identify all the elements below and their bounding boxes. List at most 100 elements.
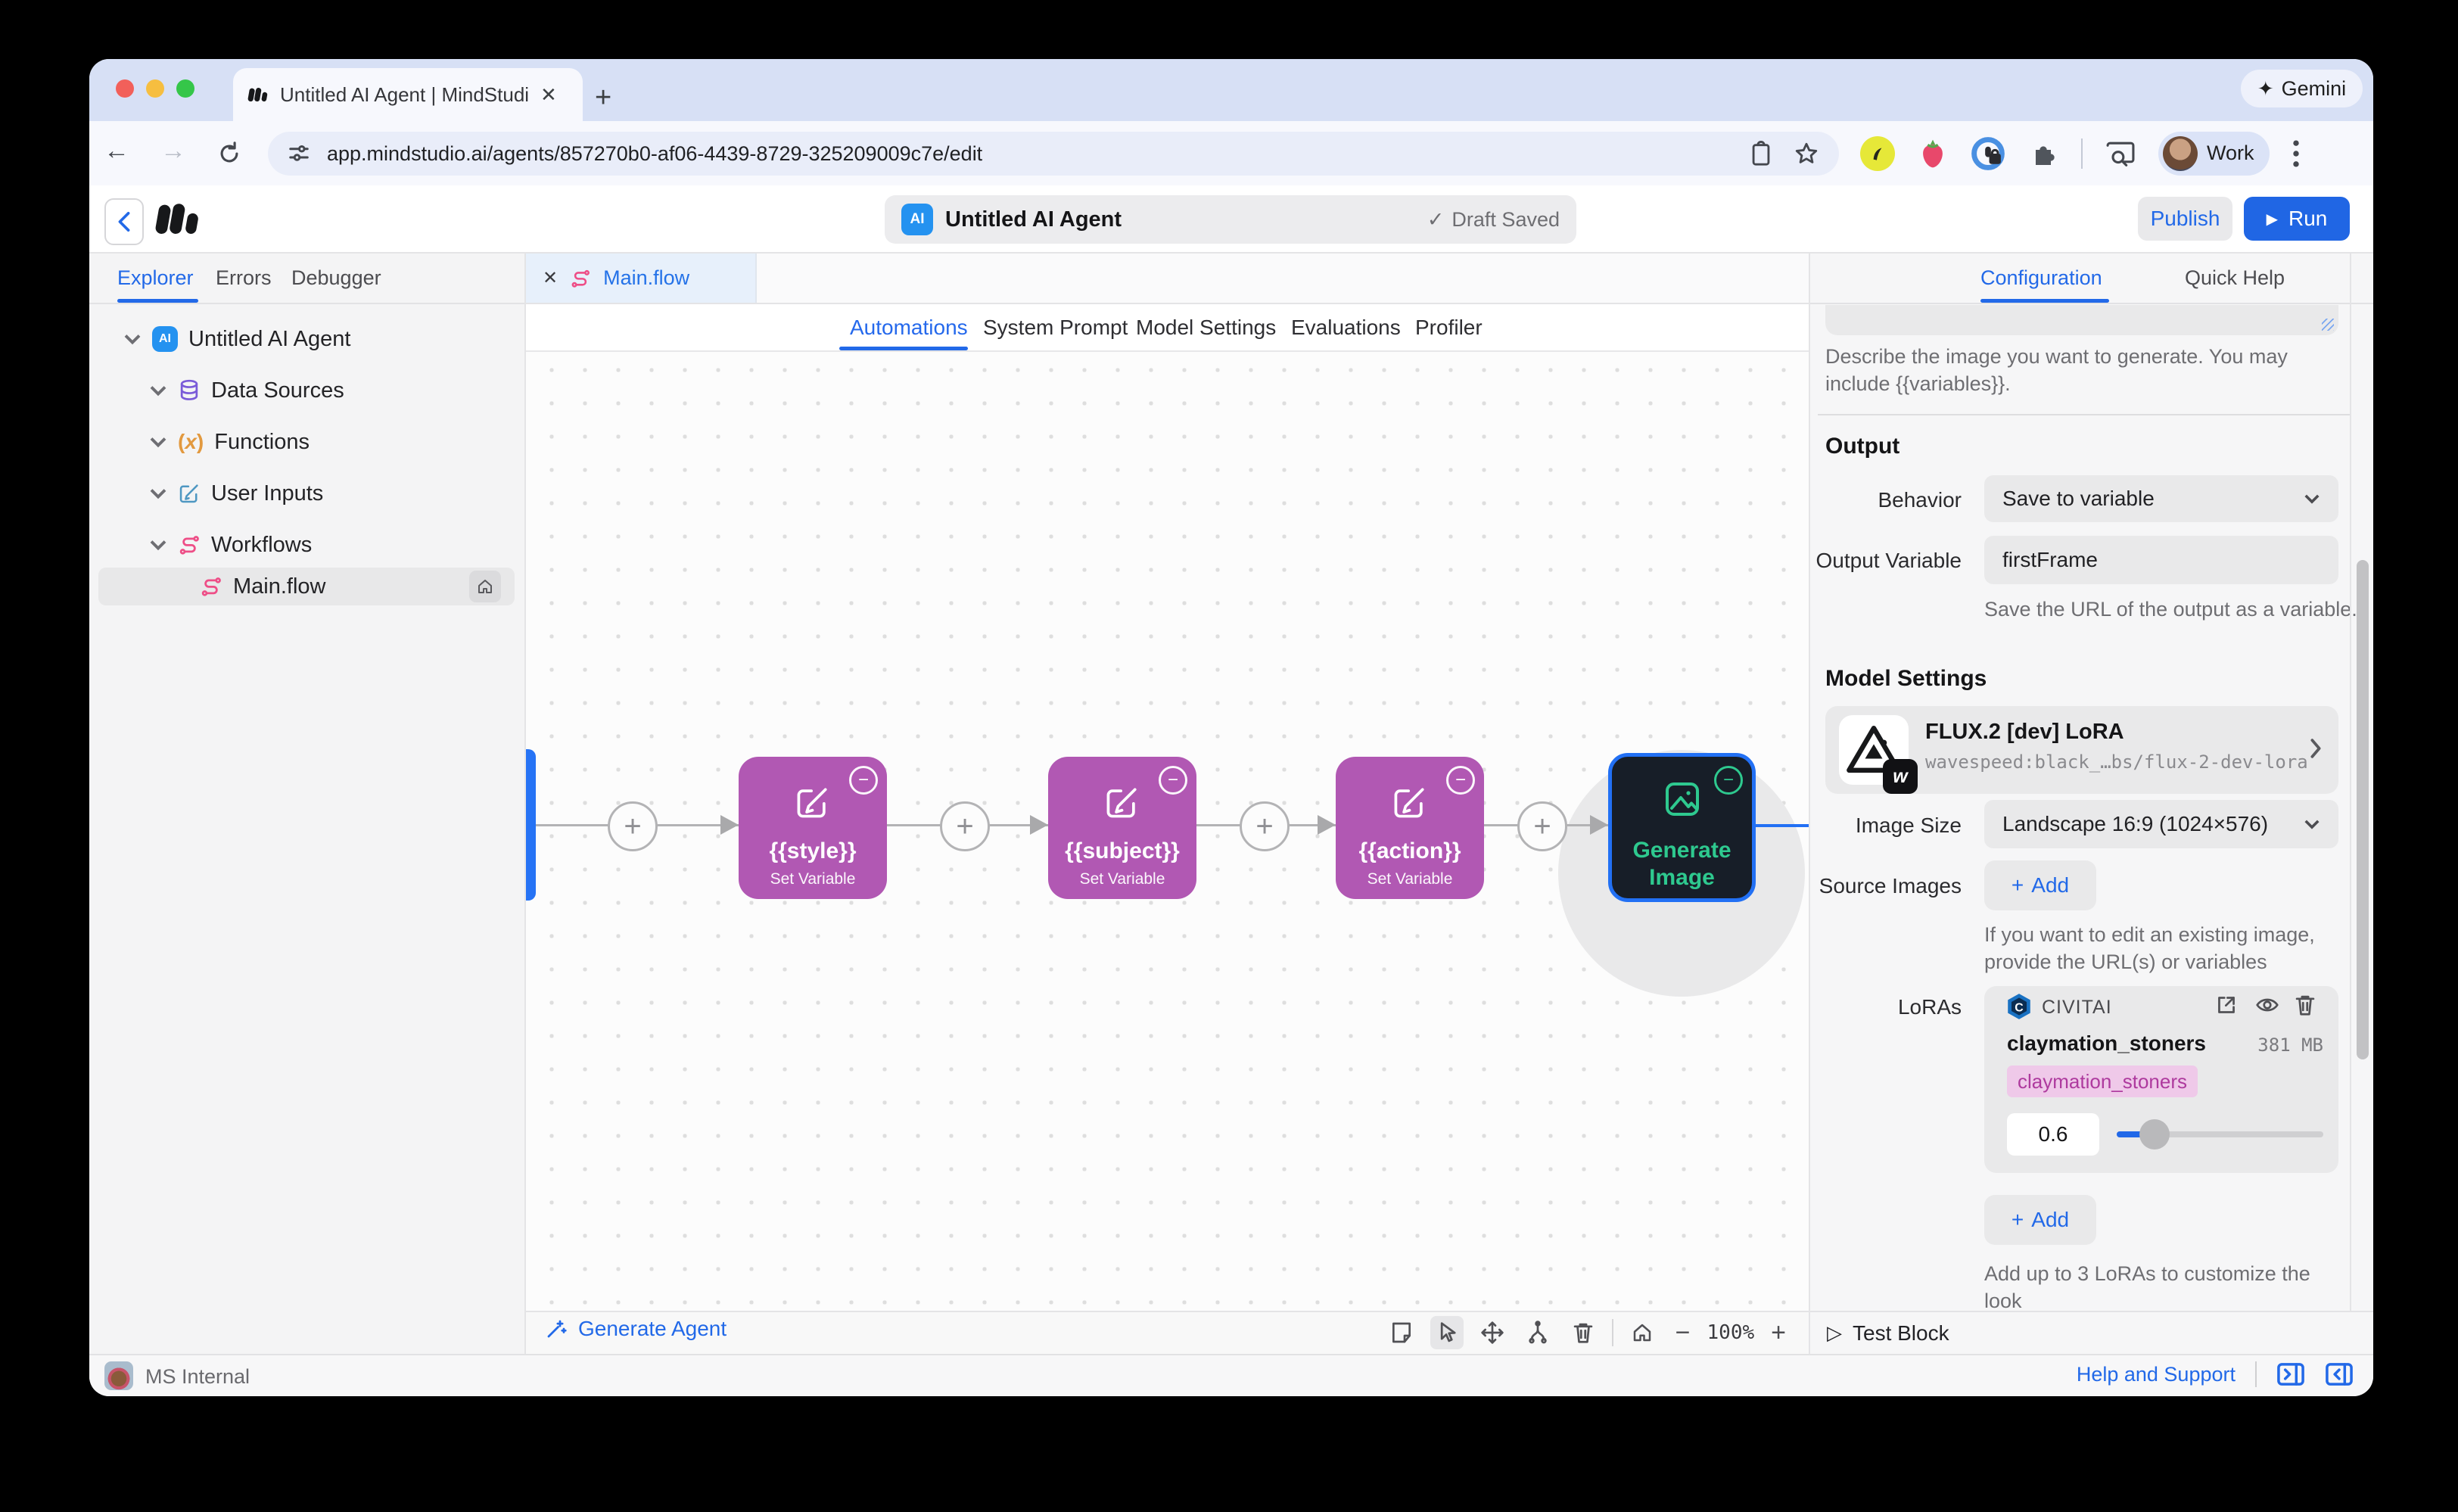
select-cursor-icon[interactable] — [1430, 1316, 1464, 1349]
canvas-toolbar: Generate Agent − 100% + — [526, 1311, 1809, 1354]
resize-grip-icon[interactable] — [2322, 319, 2334, 331]
tree-item-data-sources[interactable]: Data Sources — [149, 373, 344, 408]
url-text[interactable]: app.mindstudio.ai/agents/857270b0-af06-4… — [327, 142, 1750, 166]
back-icon[interactable]: ← — [104, 136, 129, 166]
insert-step-button[interactable]: + — [608, 801, 658, 851]
agent-title-pill[interactable]: AI Untitled AI Agent ✓ Draft Saved — [885, 195, 1576, 244]
home-icon[interactable] — [469, 571, 501, 602]
behavior-select[interactable]: Save to variable — [1984, 475, 2338, 522]
reload-icon[interactable] — [216, 141, 242, 166]
collapse-node-icon[interactable]: − — [1159, 766, 1187, 795]
image-size-select[interactable]: Landscape 16:9 (1024×576) — [1984, 800, 2338, 848]
mindstudio-logo[interactable] — [153, 199, 203, 238]
test-block-bar[interactable]: ▷ Test Block — [1810, 1311, 2373, 1354]
slider-thumb[interactable] — [2139, 1119, 2170, 1150]
tab-configuration[interactable]: Configuration — [1980, 254, 2102, 303]
tree-item-workflows[interactable]: Workflows — [149, 527, 312, 562]
gemini-button[interactable]: ✦ Gemini — [2241, 70, 2363, 107]
extensions-puzzle-icon[interactable] — [2028, 138, 2058, 169]
collapse-right-panel-icon[interactable] — [2325, 1361, 2354, 1387]
tab-errors[interactable]: Errors — [216, 254, 272, 303]
site-settings-icon[interactable] — [288, 142, 310, 165]
node-title: Generate Image — [1612, 837, 1752, 891]
editor-tab-main-flow[interactable]: ✕ Main.flow — [526, 254, 757, 303]
tab-debugger[interactable]: Debugger — [291, 254, 381, 303]
search-tabs-icon[interactable] — [2105, 140, 2136, 167]
bookmark-star-icon[interactable] — [1794, 141, 1819, 166]
panel-tabs: Configuration Quick Help — [1810, 254, 2373, 304]
panel-scrollbar-thumb[interactable] — [2357, 560, 2369, 1059]
lora-weight-slider[interactable] — [2117, 1131, 2323, 1137]
collapse-node-icon[interactable]: − — [1446, 766, 1475, 795]
workspace-name[interactable]: MS Internal — [145, 1365, 250, 1389]
browser-window: Untitled AI Agent | MindStudi ✕ + ✦ Gemi… — [89, 59, 2373, 1396]
run-button[interactable]: ▶ Run — [2244, 197, 2350, 241]
minimize-window-button[interactable] — [146, 79, 164, 98]
zoom-out-button[interactable]: − — [1671, 1318, 1695, 1348]
delete-lora-icon[interactable] — [2295, 994, 2316, 1016]
node-set-variable-style[interactable]: − {{style}} Set Variable — [739, 757, 887, 899]
tab-explorer[interactable]: Explorer — [117, 254, 194, 303]
offscreen-start-node[interactable] — [526, 749, 536, 901]
prompt-textarea-bottom[interactable] — [1825, 305, 2338, 335]
comment-note-icon[interactable] — [1385, 1316, 1418, 1349]
insert-step-button[interactable]: + — [1240, 801, 1290, 851]
node-set-variable-subject[interactable]: − {{subject}} Set Variable — [1048, 757, 1196, 899]
lora-add-button[interactable]: +Add — [1984, 1195, 2096, 1245]
collapse-node-icon[interactable]: − — [849, 766, 878, 795]
tab-profiler[interactable]: Profiler — [1415, 304, 1483, 350]
insert-step-button[interactable]: + — [940, 801, 990, 851]
tab-system-prompt[interactable]: System Prompt — [983, 304, 1128, 350]
database-icon — [178, 378, 201, 403]
clipboard-icon[interactable] — [1750, 141, 1772, 166]
external-link-icon[interactable] — [2215, 994, 2238, 1016]
workflow-icon — [200, 575, 222, 598]
tree-item-main-flow[interactable]: Main.flow — [98, 568, 515, 605]
lora-trigger-tag[interactable]: claymation_stoners — [2007, 1066, 2198, 1097]
delete-trash-icon[interactable] — [1567, 1316, 1600, 1349]
tab-close-icon[interactable]: ✕ — [540, 83, 557, 107]
workspace-avatar[interactable] — [104, 1361, 133, 1390]
zoom-window-button[interactable] — [176, 79, 194, 98]
tab-automations[interactable]: Automations — [850, 304, 968, 350]
tree-item-user-inputs[interactable]: User Inputs — [149, 476, 323, 511]
node-generate-image[interactable]: − Generate Image — [1608, 753, 1756, 902]
insert-step-button[interactable]: + — [1517, 801, 1567, 851]
zoom-level[interactable]: 100% — [1707, 1321, 1755, 1344]
model-card[interactable]: w FLUX.2 [dev] LoRA wavespeed:black_…bs/… — [1825, 706, 2338, 794]
generate-agent-button[interactable]: Generate Agent — [545, 1317, 727, 1341]
output-variable-input[interactable]: firstFrame — [1984, 536, 2338, 584]
tree-item-functions[interactable]: (x) Functions — [149, 425, 310, 459]
home-view-icon[interactable] — [1626, 1316, 1659, 1349]
collapse-node-icon[interactable]: − — [1714, 766, 1743, 795]
app-back-button[interactable] — [104, 198, 144, 245]
node-set-variable-action[interactable]: − {{action}} Set Variable — [1336, 757, 1484, 899]
profile-chip[interactable]: Work — [2158, 132, 2270, 176]
workflow-canvas[interactable]: Automations System Prompt Model Settings… — [526, 304, 1809, 1311]
help-and-support-link[interactable]: Help and Support — [2077, 1363, 2236, 1386]
canvas-grid[interactable]: + + + + − {{style}} Set Variable − — [526, 352, 1809, 1311]
close-window-button[interactable] — [116, 79, 134, 98]
address-bar[interactable]: app.mindstudio.ai/agents/857270b0-af06-4… — [268, 132, 1839, 176]
extension-strawberry-icon[interactable] — [1918, 137, 1948, 170]
publish-button[interactable]: Publish — [2138, 197, 2232, 241]
sidebar-tabs: Explorer Errors Debugger — [89, 254, 524, 304]
source-images-add-button[interactable]: +Add — [1984, 860, 2096, 910]
auto-layout-icon[interactable] — [1521, 1316, 1554, 1349]
pan-move-icon[interactable] — [1476, 1316, 1509, 1349]
tab-evaluations[interactable]: Evaluations — [1291, 304, 1401, 350]
extension-1password-icon[interactable] — [1971, 136, 2005, 171]
new-tab-button[interactable]: + — [595, 82, 611, 114]
tree-item-root[interactable]: AI Untitled AI Agent — [123, 322, 350, 356]
extension-banana-icon[interactable] — [1860, 136, 1895, 171]
browser-tab[interactable]: Untitled AI Agent | MindStudi ✕ — [233, 68, 583, 121]
browser-menu-kebab-icon[interactable] — [2292, 138, 2300, 169]
zoom-in-button[interactable]: + — [1766, 1318, 1791, 1348]
preview-eye-icon[interactable] — [2255, 994, 2279, 1016]
tab-quick-help[interactable]: Quick Help — [2185, 254, 2285, 303]
tab-model-settings[interactable]: Model Settings — [1136, 304, 1276, 350]
lora-weight-input[interactable]: 0.6 — [2007, 1113, 2099, 1156]
forward-icon[interactable]: → — [160, 136, 186, 166]
open-right-panel-icon[interactable] — [2276, 1361, 2305, 1387]
close-icon[interactable]: ✕ — [543, 267, 558, 289]
